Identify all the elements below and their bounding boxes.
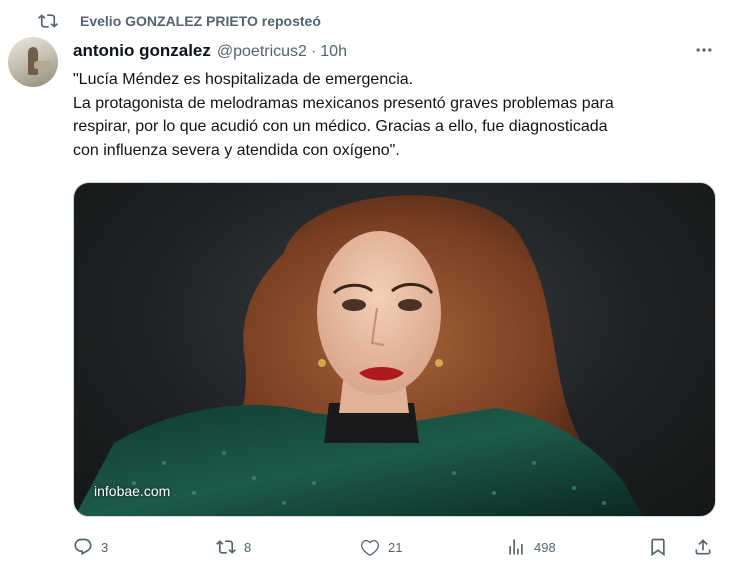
like-count: 21	[388, 539, 403, 555]
repost-button[interactable]: 8	[216, 532, 251, 562]
repost-icon	[38, 11, 58, 31]
image-watermark: infobae.com	[94, 483, 171, 499]
author-name[interactable]: antonio gonzalez	[73, 41, 211, 61]
header-separator: ·	[310, 43, 317, 60]
tweet-header: antonio gonzalez @poetricus2 · 10h	[73, 41, 347, 63]
avatar[interactable]	[8, 37, 58, 87]
tweet-line: La protagonista de melodramas mexicanos …	[73, 94, 614, 112]
views-count: 498	[534, 539, 556, 555]
like-button[interactable]: 21	[360, 532, 402, 562]
repost-banner[interactable]: Evelio GONZALEZ PRIETO reposteó	[38, 10, 321, 32]
repost-icon	[216, 537, 236, 557]
reply-button[interactable]: 3	[73, 532, 108, 562]
tweet-line: con influenza severa y atendida con oxíg…	[73, 141, 400, 159]
share-button[interactable]	[693, 532, 713, 562]
more-options-button[interactable]	[690, 42, 718, 62]
share-icon	[693, 537, 713, 557]
reply-count: 3	[101, 539, 109, 555]
analytics-icon	[506, 537, 526, 557]
bookmark-icon	[648, 537, 668, 557]
views-button[interactable]: 498	[506, 532, 556, 562]
more-icon	[694, 40, 714, 65]
tweet-text: "Lucía Méndez es hospitalizada de emerge…	[73, 68, 713, 162]
repost-banner-text[interactable]: Evelio GONZALEZ PRIETO reposteó	[80, 13, 321, 29]
tweet-line: respirar, por lo que acudió con un médic…	[73, 118, 608, 135]
tweet-line: "Lucía Méndez es hospitalizada de emerge…	[73, 71, 414, 88]
heart-icon	[360, 537, 380, 557]
portrait-illustration	[75, 195, 643, 516]
reply-icon	[73, 537, 93, 557]
bookmark-button[interactable]	[648, 532, 668, 562]
tweet-actions: 3 8 21 498	[73, 532, 718, 562]
author-handle[interactable]: @poetricus2	[217, 43, 307, 61]
tweet-timestamp[interactable]: 10h	[320, 43, 347, 61]
repost-count: 8	[244, 539, 252, 555]
tweet-image[interactable]: infobae.com	[73, 182, 716, 517]
